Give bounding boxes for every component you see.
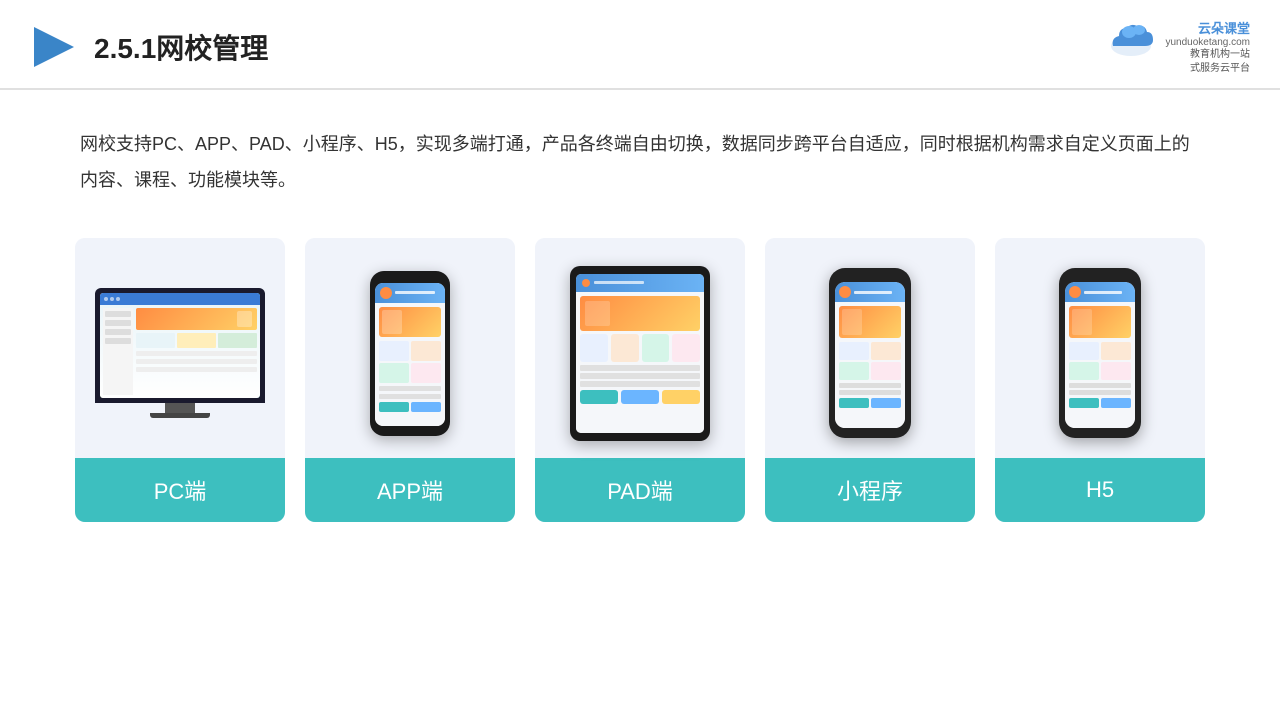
header-left: 2.5.1网校管理 [30,23,268,71]
card-image-miniprogram [765,238,975,458]
mini-phone-mockup-1 [829,268,911,438]
card-pad: PAD端 [535,238,745,522]
card-label-pad: PAD端 [535,458,745,522]
card-pc: PC端 [75,238,285,522]
card-h5: H5 [995,238,1205,522]
card-label-pc: PC端 [75,458,285,522]
card-image-app [305,238,515,458]
logo-slogan: 教育机构一站 式服务云平台 [1190,48,1250,76]
page-title: 2.5.1网校管理 [94,27,268,67]
cards-container: PC端 [0,218,1280,552]
card-app: APP端 [305,238,515,522]
pc-monitor-mockup [95,288,265,418]
card-label-h5: H5 [995,458,1205,522]
play-icon [30,23,78,71]
card-image-pad [535,238,745,458]
card-image-h5 [995,238,1205,458]
logo-brand: 云朵课堂 [1198,18,1250,37]
card-label-miniprogram: 小程序 [765,458,975,522]
card-label-app: APP端 [305,458,515,522]
cloud-logo-icon [1105,18,1157,58]
logo-text-block: 云朵课堂 yunduoketang.com 教育机构一站 式服务云平台 [1165,18,1250,76]
mini-phone-mockup-2 [1059,268,1141,438]
card-image-pc [75,238,285,458]
logo-area: 云朵课堂 yunduoketang.com 教育机构一站 式服务云平台 [1105,18,1250,76]
tablet-mockup-pad [570,266,710,441]
card-miniprogram: 小程序 [765,238,975,522]
phone-mockup-app [370,271,450,436]
header: 2.5.1网校管理 云朵课堂 yunduoketang.com 教育机构一站 式… [0,0,1280,90]
description-text: 网校支持PC、APP、PAD、小程序、H5，实现多端打通，产品各终端自由切换，数… [0,90,1280,218]
logo-url: yunduoketang.com [1165,37,1250,48]
